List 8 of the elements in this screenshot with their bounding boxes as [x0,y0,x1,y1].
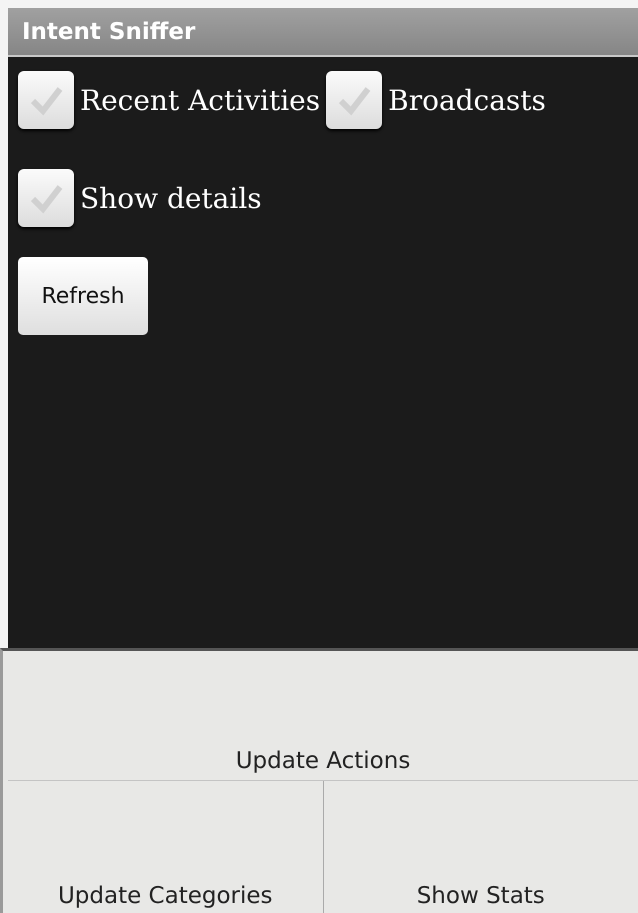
window-title: Intent Sniffer [22,18,196,44]
checkbox-label: Show details [80,182,262,214]
checkbox[interactable] [326,71,382,129]
checkbox-label: Recent Activities [80,84,320,116]
checkbox[interactable] [18,169,74,227]
refresh-button[interactable]: Refresh [18,257,148,335]
checkbox[interactable] [18,71,74,129]
checkbox-label: Broadcasts [388,84,546,116]
